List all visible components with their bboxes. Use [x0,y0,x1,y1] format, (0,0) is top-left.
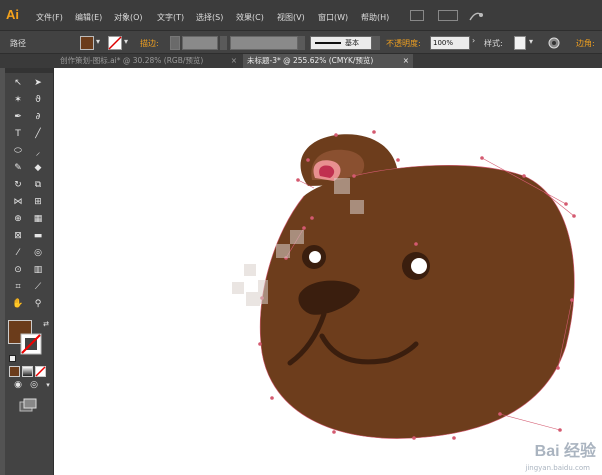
bear-eye-right-highlight [411,258,427,274]
menu-object[interactable]: 对象(O) [114,12,143,23]
close-icon[interactable]: × [403,54,409,68]
hand-tool-icon[interactable]: ✋ [11,298,25,310]
tab-document-1[interactable]: 创作策划-图标.ai* @ 30.28% (RGB/预览) × [56,54,241,68]
chevron-down-icon[interactable]: ▾ [96,37,100,46]
pencil-icon[interactable]: ✎ [11,162,25,174]
selection-type-label: 路径 [10,39,26,48]
menu-bar: Ai 文件(F) 编辑(E) 对象(O) 文字(T) 选择(S) 效果(C) 视… [0,0,602,30]
ellipse-tool-icon[interactable]: ⬭ [11,145,25,157]
eyedropper-icon[interactable]: ⁄ [11,247,25,259]
curvature-tool-icon[interactable]: ∂ [31,111,45,123]
artboard-tool-icon[interactable]: ⌗ [11,281,25,293]
paintbrush-icon[interactable]: ⸝ [31,145,45,158]
draw-normal-icon[interactable]: ◉ [11,379,25,391]
control-panel: 路径 ▾ ▾ 描边: 基本 不透明度: 100% › 样式: ▾ 边角: [0,30,602,54]
opacity-field[interactable]: 100% [430,36,470,50]
chevron-down-icon[interactable] [372,36,380,50]
stroke-none-swatch[interactable] [108,36,122,50]
corner-label[interactable]: 边角: [576,38,595,49]
screen-mode-icon[interactable] [19,398,37,412]
fill-swatch[interactable] [80,36,94,50]
stroke-weight-field[interactable] [182,36,218,50]
eraser-icon[interactable]: ◆ [31,162,45,174]
watermark-brand: Bai 经验 [534,443,596,460]
graphic-style-swatch[interactable] [514,36,526,50]
tools-panel: ↖ ➤ ✶ ϑ ✒ ∂ T ╱ ⬭ ⸝ ✎ ◆ ↻ ⧉ ⋈ ⊞ ⊕ ▦ ⊠ ▬ … [5,68,54,475]
color-mode-icon[interactable] [9,366,20,377]
selection-tool-icon[interactable]: ↖ [11,77,25,89]
menu-window[interactable]: 窗口(W) [318,12,348,23]
lasso-icon[interactable]: ϑ [31,94,45,106]
menu-help[interactable]: 帮助(H) [361,12,389,23]
app-logo: Ai [6,7,19,22]
swap-colors-icon[interactable]: ⇄ [39,318,53,330]
recolor-icon[interactable] [548,37,560,51]
stroke-stepper[interactable] [170,36,180,50]
free-transform-icon[interactable]: ⊞ [31,196,45,208]
panel-grip[interactable] [5,68,53,73]
draw-behind-icon[interactable]: ◎ [27,379,41,391]
brush-definition-select[interactable]: 基本 [310,36,372,50]
magic-wand-icon[interactable]: ✶ [11,94,25,106]
menu-select[interactable]: 选择(S) [196,12,223,23]
artboard-canvas[interactable]: Bai 经验 jingyan.baidu.com [54,68,602,475]
type-tool-icon[interactable]: T [11,128,25,140]
menu-edit[interactable]: 编辑(E) [75,12,102,23]
bear-ear-highlight [319,165,335,178]
line-tool-icon[interactable]: ╱ [31,128,45,140]
slice-tool-icon[interactable]: ⟋ [31,281,45,293]
graphic-style-label: 样式: [484,39,503,48]
scale-tool-icon[interactable]: ⧉ [31,179,45,191]
draw-inside-icon[interactable]: ▾ [41,379,55,391]
width-tool-icon[interactable]: ⋈ [11,196,25,208]
default-colors-icon[interactable] [9,355,16,362]
watermark-url: jingyan.baidu.com [525,464,590,472]
brush-style-label: 基本 [345,39,359,47]
variable-width-profile[interactable] [230,36,298,50]
tab-label: 未标题-3* @ 255.62% (CMYK/预览) [247,56,374,65]
mesh-tool-icon[interactable]: ⊠ [11,230,25,242]
sync-icon[interactable] [468,9,484,22]
rotate-tool-icon[interactable]: ↻ [11,179,25,191]
direct-selection-tool-icon[interactable]: ➤ [31,77,45,89]
bear-eye-left-highlight [309,251,321,263]
symbol-sprayer-icon[interactable]: ⊙ [11,264,25,276]
menu-view[interactable]: 视图(V) [277,12,305,23]
gradient-mode-icon[interactable] [22,366,33,377]
close-icon[interactable]: × [231,54,237,68]
chevron-down-icon[interactable] [298,36,305,50]
pen-tool-icon[interactable]: ✒ [11,111,25,123]
stroke-color-swatch[interactable] [20,333,42,355]
menu-file[interactable]: 文件(F) [36,12,63,23]
none-mode-icon[interactable] [35,366,46,377]
tab-document-2[interactable]: 未标题-3* @ 255.62% (CMYK/预览) × [243,54,413,68]
gradient-tool-icon[interactable]: ▬ [31,230,45,242]
arrange-documents-icon[interactable] [438,10,458,21]
chevron-down-icon[interactable]: ▾ [124,37,128,46]
chevron-down-icon[interactable] [220,36,227,50]
shape-builder-icon[interactable]: ⊕ [11,213,25,225]
bridge-icon[interactable] [410,10,424,21]
chevron-right-icon[interactable]: › [472,36,475,45]
perspective-grid-icon[interactable]: ▦ [31,213,45,225]
bear-artwork[interactable] [54,68,602,475]
document-tab-bar: 创作策划-图标.ai* @ 30.28% (RGB/预览) × 未标题-3* @… [0,54,602,68]
menu-type[interactable]: 文字(T) [157,12,184,23]
zoom-tool-icon[interactable]: ⚲ [31,298,45,310]
stroke-label[interactable]: 描边: [140,38,159,49]
chevron-down-icon[interactable]: ▾ [529,37,533,46]
menu-effect[interactable]: 效果(C) [236,12,264,23]
opacity-label[interactable]: 不透明度: [386,38,421,49]
column-graph-icon[interactable]: ▥ [31,264,45,276]
blend-tool-icon[interactable]: ◎ [31,247,45,259]
tab-label: 创作策划-图标.ai* @ 30.28% (RGB/预览) [60,56,204,65]
